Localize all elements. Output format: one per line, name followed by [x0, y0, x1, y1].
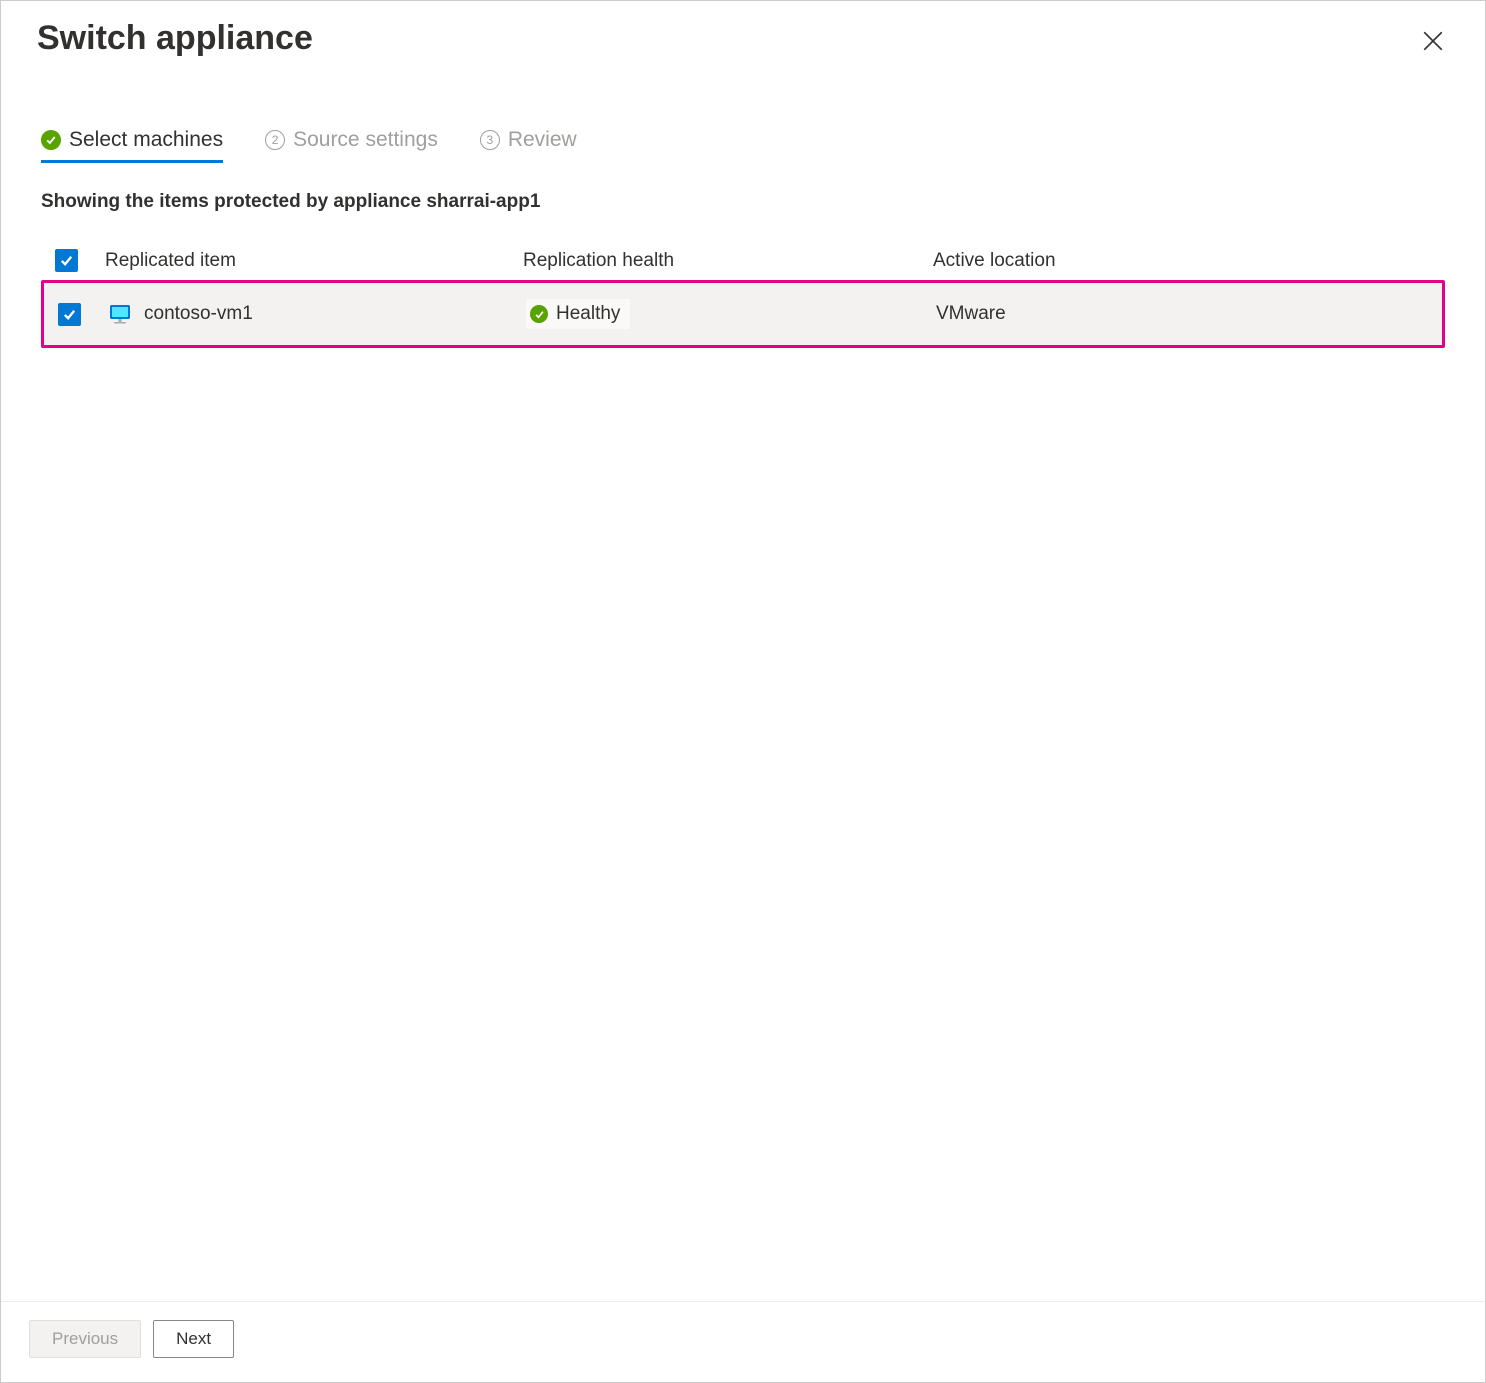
machines-table: Replicated item Replication health Activ… [41, 241, 1445, 348]
row-location: VMware [936, 303, 1428, 325]
step-review[interactable]: 3 Review [480, 128, 577, 162]
select-all-checkbox[interactable] [55, 249, 78, 272]
panel-header: Switch appliance [1, 1, 1485, 60]
table-header: Replicated item Replication health Activ… [41, 241, 1445, 280]
close-icon [1423, 39, 1443, 54]
step-select-machines[interactable]: Select machines [41, 128, 223, 162]
page-title: Switch appliance [37, 19, 313, 58]
panel-body: Select machines 2 Source settings 3 Revi… [1, 60, 1485, 1301]
step-number-icon: 3 [480, 130, 500, 150]
step-label: Source settings [293, 128, 438, 152]
healthy-icon [530, 305, 548, 323]
row-item-name: contoso-vm1 [144, 303, 253, 325]
close-button[interactable] [1417, 25, 1449, 60]
column-header-item[interactable]: Replicated item [105, 250, 523, 272]
switch-appliance-panel: Switch appliance Select machines 2 Sourc… [0, 0, 1486, 1383]
column-header-health[interactable]: Replication health [523, 250, 933, 272]
next-button[interactable]: Next [153, 1320, 234, 1358]
table-row[interactable]: contoso-vm1 Healthy VMware [41, 280, 1445, 348]
step-label: Select machines [69, 128, 223, 152]
row-checkbox[interactable] [58, 303, 81, 326]
column-header-location[interactable]: Active location [933, 250, 1431, 272]
health-label: Healthy [556, 303, 620, 325]
previous-button[interactable]: Previous [29, 1320, 141, 1358]
health-badge: Healthy [526, 299, 630, 329]
step-source-settings[interactable]: 2 Source settings [265, 128, 438, 162]
step-number-icon: 2 [265, 130, 285, 150]
panel-footer: Previous Next [1, 1301, 1485, 1382]
subtitle: Showing the items protected by appliance… [41, 191, 1445, 213]
wizard-steps: Select machines 2 Source settings 3 Revi… [41, 128, 1445, 163]
vm-icon [108, 302, 132, 326]
step-label: Review [508, 128, 577, 152]
check-icon [41, 130, 61, 150]
